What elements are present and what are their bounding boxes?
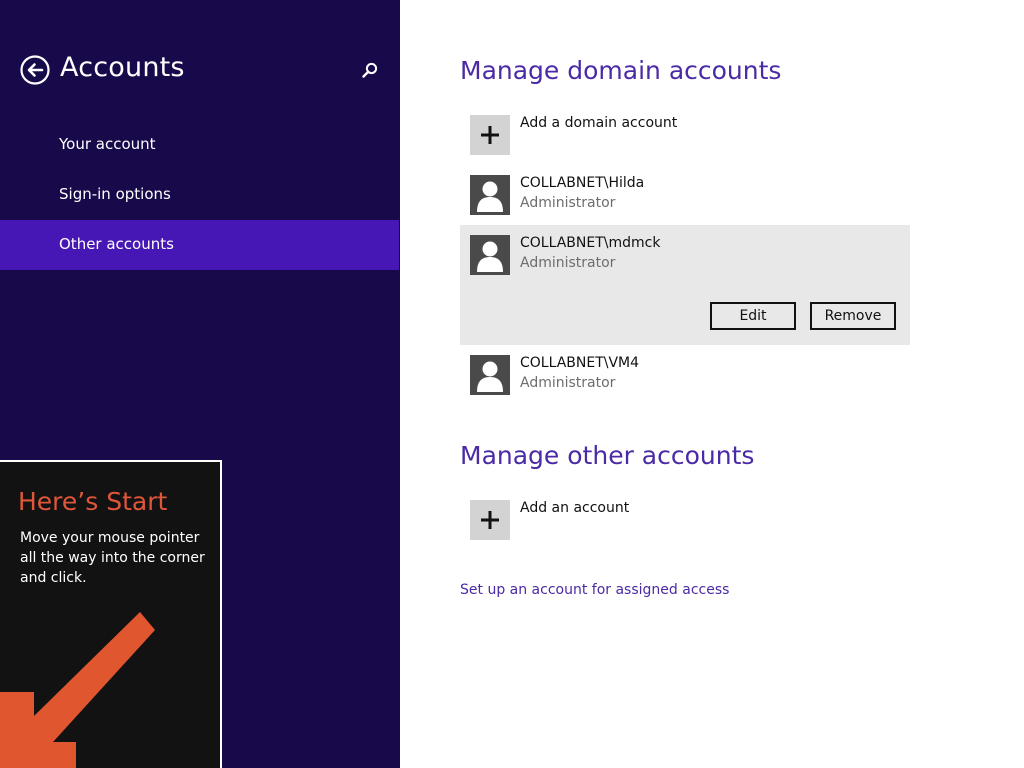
account-role: Administrator (520, 255, 616, 271)
account-name: COLLABNET\VM4 (520, 355, 640, 371)
account-name: COLLABNET\Hilda (520, 175, 645, 191)
sidebar-item-label: Sign-in options (59, 185, 171, 203)
account-role: Administrator (520, 375, 616, 391)
search-icon (362, 62, 378, 78)
domain-accounts-heading: Manage domain accounts (460, 56, 782, 85)
add-account-label: Add an account (520, 500, 630, 516)
plus-icon (481, 126, 499, 144)
sidebar-item-your-account[interactable]: Your account (0, 120, 399, 170)
add-domain-account-label: Add a domain account (520, 115, 678, 131)
edit-button[interactable]: Edit (710, 302, 796, 330)
plus-icon (481, 511, 499, 529)
add-account-button[interactable]: Add an account (470, 500, 690, 540)
add-domain-account-button[interactable]: Add a domain account (470, 115, 730, 155)
start-tip-overlay: Here’s Start Move your mouse pointer all… (0, 460, 222, 768)
tip-title: Here’s Start (18, 487, 168, 516)
plus-tile (470, 500, 510, 540)
account-name: COLLABNET\mdmck (520, 235, 661, 251)
assigned-access-link[interactable]: Set up an account for assigned access (460, 582, 729, 598)
tip-body: Move your mouse pointer all the way into… (20, 530, 205, 586)
other-accounts-heading: Manage other accounts (460, 441, 755, 470)
back-arrow-icon (20, 55, 50, 85)
corner-arrow-icon (0, 612, 155, 768)
settings-window: Accounts Your account Sign-in options Ot… (0, 0, 1024, 768)
page-title: Accounts (60, 52, 185, 83)
user-avatar-icon (470, 355, 510, 395)
plus-tile (470, 115, 510, 155)
sidebar-item-label: Your account (59, 135, 156, 153)
account-item-hilda[interactable]: COLLABNET\Hilda Administrator (470, 175, 910, 215)
remove-button[interactable]: Remove (810, 302, 896, 330)
account-item-mdmck[interactable]: COLLABNET\mdmck Administrator Edit Remov… (460, 225, 910, 345)
sidebar-item-label: Other accounts (59, 235, 174, 253)
search-button[interactable] (361, 61, 379, 79)
sidebar-item-other-accounts[interactable]: Other accounts (0, 220, 399, 270)
account-role: Administrator (520, 195, 616, 211)
sidebar-item-sign-in-options[interactable]: Sign-in options (0, 170, 399, 220)
user-avatar-icon (470, 175, 510, 215)
account-item-vm4[interactable]: COLLABNET\VM4 Administrator (470, 355, 910, 395)
main-content: Manage domain accounts Add a domain acco… (400, 0, 1024, 768)
user-avatar-icon (470, 235, 510, 275)
back-button[interactable] (20, 55, 50, 85)
